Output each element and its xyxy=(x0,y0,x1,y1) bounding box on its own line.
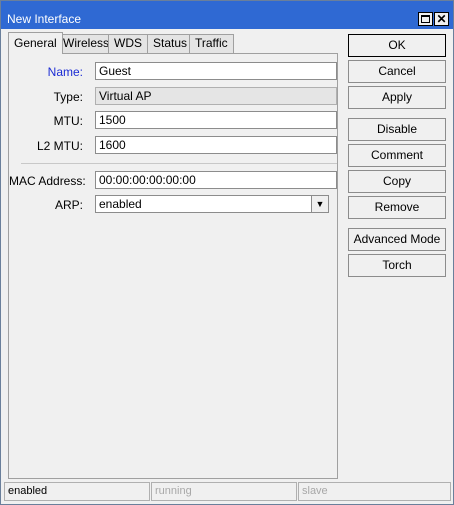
window-title: New Interface xyxy=(7,12,82,26)
mtu-input[interactable]: 1500 xyxy=(95,111,337,129)
tab-status[interactable]: Status xyxy=(147,34,194,53)
torch-button[interactable]: Torch xyxy=(348,254,446,277)
form-separator xyxy=(21,163,337,164)
status-enabled: enabled xyxy=(4,482,150,501)
mac-address-input[interactable]: 00:00:00:00:00:00 xyxy=(95,171,337,189)
arp-label: ARP: xyxy=(54,198,83,212)
l2-mtu-input[interactable]: 1600 xyxy=(95,136,337,154)
mtu-label: MTU: xyxy=(53,114,83,128)
tab-wireless[interactable]: Wireless xyxy=(57,34,116,53)
name-input[interactable]: Guest xyxy=(95,62,337,80)
status-bar: enabled running slave xyxy=(4,482,451,501)
type-field: Virtual AP xyxy=(95,87,337,105)
title-bar[interactable]: New Interface ✕ xyxy=(1,1,453,29)
arp-select[interactable]: enabled xyxy=(95,195,317,213)
disable-button[interactable]: Disable xyxy=(348,118,446,141)
maximize-icon xyxy=(421,15,430,23)
advanced-mode-button[interactable]: Advanced Mode xyxy=(348,228,446,251)
mac-address-label: MAC Address: xyxy=(9,174,86,188)
name-label: Name: xyxy=(47,65,83,79)
maximize-button[interactable] xyxy=(418,12,433,26)
status-slave: slave xyxy=(298,482,451,501)
apply-button[interactable]: Apply xyxy=(348,86,446,109)
tab-general[interactable]: General xyxy=(8,32,63,54)
tab-traffic[interactable]: Traffic xyxy=(189,34,234,53)
new-interface-window: New Interface ✕ General Wireless WDS Sta… xyxy=(0,0,454,505)
cancel-button[interactable]: Cancel xyxy=(348,60,446,83)
l2-mtu-label: L2 MTU: xyxy=(36,139,83,153)
tab-wds[interactable]: WDS xyxy=(108,34,148,53)
status-running: running xyxy=(151,482,297,501)
type-label: Type: xyxy=(53,90,83,104)
close-icon: ✕ xyxy=(436,12,447,26)
ok-button[interactable]: OK xyxy=(348,34,446,57)
remove-button[interactable]: Remove xyxy=(348,196,446,219)
arp-dropdown-button[interactable]: ▼ xyxy=(311,195,329,213)
close-button[interactable]: ✕ xyxy=(434,12,449,26)
copy-button[interactable]: Copy xyxy=(348,170,446,193)
chevron-down-icon: ▼ xyxy=(315,199,325,209)
general-tab-panel: Name: Guest Type: Virtual AP MTU: 1500 L… xyxy=(8,53,338,479)
comment-button[interactable]: Comment xyxy=(348,144,446,167)
